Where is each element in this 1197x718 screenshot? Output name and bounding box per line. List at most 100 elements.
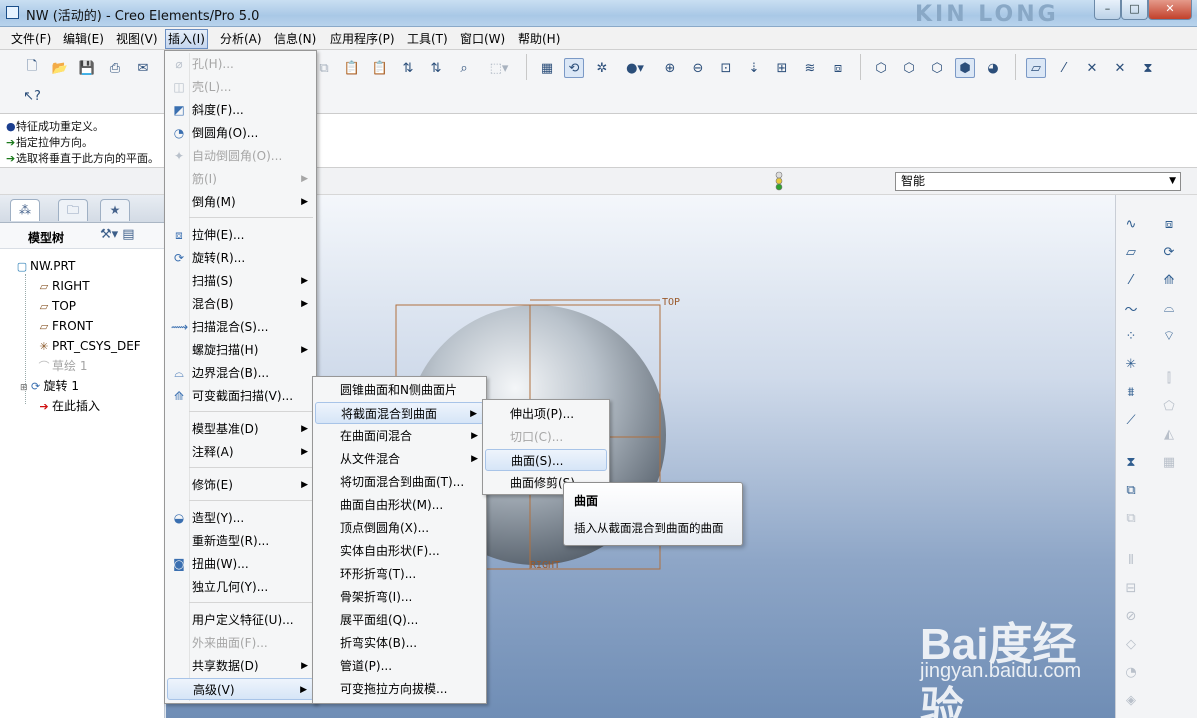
saved-views-icon[interactable]: ⊞ (772, 58, 792, 78)
pattern-tool-icon[interactable]: ▦ (1158, 451, 1180, 473)
wireframe-icon[interactable]: ⬡ (871, 58, 891, 78)
annotation-tool-icon[interactable]: ⧗ (1120, 451, 1142, 473)
insert-shell-item[interactable]: ◫ 壳(L)... (167, 76, 314, 98)
selection-filter-dropdown[interactable]: 智能 ▼ (895, 172, 1181, 191)
insert-swept-blend-item[interactable]: ⟿ 扫描混合(S)... (167, 316, 314, 338)
cut-item[interactable]: 切口(C)... (485, 426, 607, 448)
vertex-round-item[interactable]: 顶点倒圆角(X)... (315, 517, 484, 539)
hidden-line-icon[interactable]: ⬡ (899, 58, 919, 78)
spin-center-icon[interactable]: ⟲ (564, 58, 584, 78)
insert-variable-sweep-item[interactable]: ⟰ 可变截面扫描(V)... (167, 385, 314, 407)
maximize-button[interactable]: □ (1121, 0, 1148, 20)
insert-revolve-item[interactable]: ⟳ 旋转(R)... (167, 247, 314, 269)
hole-tool-icon[interactable]: ⫿ (1158, 367, 1180, 389)
insert-extrude-item[interactable]: ⧈ 拉伸(E)... (167, 224, 314, 246)
spinal-bend-item[interactable]: 骨架折弯(I)... (315, 586, 484, 608)
intersect-icon[interactable]: ◇ (1120, 633, 1142, 655)
menu-info[interactable]: 信息(N) (272, 30, 318, 48)
print-icon[interactable]: ⎙ (105, 58, 125, 78)
paste-icon[interactable]: 📋 (342, 58, 362, 78)
refit-icon[interactable]: ⊡ (716, 58, 736, 78)
regenerate-icon[interactable]: ⇅ (398, 58, 418, 78)
datum-plane-tool-icon[interactable]: ▱ (1120, 241, 1142, 263)
measure-tool-icon[interactable]: ⟋ (1120, 409, 1142, 431)
datum-curve-tool-icon[interactable]: 〜 (1120, 297, 1142, 319)
menu-help[interactable]: 帮助(H) (516, 30, 562, 48)
tangent-to-surface-blend-item[interactable]: 将切面混合到曲面(T)... (315, 471, 484, 493)
selection-box-icon[interactable]: ⬚▾ (482, 58, 516, 78)
tree-item-front[interactable]: ▱ FRONT (36, 317, 93, 335)
insert-warp-item[interactable]: ◙ 扭曲(W)... (167, 553, 314, 575)
insert-helical-sweep-item[interactable]: 螺旋扫描(H) ▶ (167, 339, 314, 361)
analysis-tool-icon[interactable]: ⩩ (1120, 381, 1142, 403)
save-icon[interactable]: 💾 (77, 58, 97, 78)
no-hidden-icon[interactable]: ⬡ (927, 58, 947, 78)
csys-tool-icon[interactable]: ✳ (1120, 353, 1142, 375)
menu-tools[interactable]: 工具(T) (405, 30, 450, 48)
sketch-view-icon[interactable]: ▦ (537, 58, 557, 78)
tree-item-part[interactable]: ▢ NW.PRT (14, 257, 76, 275)
insert-advanced-item[interactable]: 高级(V) ▶ (167, 678, 314, 700)
datum-points-toggle-icon[interactable]: ✕ (1082, 58, 1102, 78)
toroidal-bend-item[interactable]: 环形折弯(T)... (315, 563, 484, 585)
tree-item-revolve[interactable]: ⊞ ⟳ 旋转 1 (20, 377, 79, 395)
datum-planes-toggle-icon[interactable]: ▱ (1026, 58, 1046, 78)
open-folder-icon[interactable]: 📂 (50, 58, 70, 78)
project-icon[interactable]: ◔ (1120, 661, 1142, 683)
zoom-in-icon[interactable]: ⊕ (660, 58, 680, 78)
insert-sweep-item[interactable]: 扫描(S) ▶ (167, 270, 314, 292)
tab-favorites[interactable]: ★ (100, 199, 130, 221)
insert-blend-item[interactable]: 混合(B) ▶ (167, 293, 314, 315)
trim-icon[interactable]: ⊘ (1120, 605, 1142, 627)
reorient-icon[interactable]: ⇣ (744, 58, 764, 78)
flatten-quilt-item[interactable]: 展平面组(Q)... (315, 609, 484, 631)
appearance-icon[interactable]: ●▾ (620, 58, 650, 78)
insert-shared-data-item[interactable]: 共享数据(D) ▶ (167, 655, 314, 677)
mirror-icon[interactable]: ⫴ (1120, 549, 1142, 571)
menu-file[interactable]: 文件(F) (9, 30, 53, 48)
context-help-icon[interactable]: ↖? (22, 86, 42, 106)
surface-free-form-item[interactable]: 曲面自由形状(M)... (315, 494, 484, 516)
paste-special-icon[interactable]: 📋 (370, 58, 390, 78)
insert-restyle-item[interactable]: 重新造型(R)... (167, 530, 314, 552)
rib-tool-icon[interactable]: ◭ (1158, 423, 1180, 445)
insert-style-item[interactable]: ◒ 造型(Y)... (167, 507, 314, 529)
shading-icon[interactable]: ⬢ (955, 58, 975, 78)
insert-chamfer-item[interactable]: 倒角(M) ▶ (167, 191, 314, 213)
csys-toggle-icon[interactable]: ✕ (1110, 58, 1130, 78)
copy-icon[interactable]: ⧉ (314, 58, 334, 78)
tree-item-top[interactable]: ▱ TOP (36, 297, 76, 315)
enhanced-realism-icon[interactable]: ◕ (983, 58, 1003, 78)
insert-draft-item[interactable]: ◩ 斜度(F)... (167, 99, 314, 121)
email-icon[interactable]: ✉ (133, 58, 153, 78)
surface-item[interactable]: 曲面(S)... (485, 449, 607, 471)
blend-between-surfaces-item[interactable]: 在曲面间混合 ▶ (315, 425, 484, 447)
menu-analysis[interactable]: 分析(A) (218, 30, 264, 48)
insert-foreign-surface-item[interactable]: 外来曲面(F)... (167, 632, 314, 654)
menu-edit[interactable]: 编辑(E) (61, 30, 106, 48)
close-button[interactable]: ✕ (1148, 0, 1192, 20)
variable-sweep-tool-icon[interactable]: ⟰ (1158, 269, 1180, 291)
menu-view[interactable]: 视图(V) (114, 30, 160, 48)
new-file-icon[interactable]: 🗋 (22, 58, 42, 78)
insert-boundary-blend-item[interactable]: ⌓ 边界混合(B)... (167, 362, 314, 384)
minimize-button[interactable]: – (1094, 0, 1121, 20)
annotation-toggle-icon[interactable]: ⧗ (1138, 58, 1158, 78)
insert-rib-item[interactable]: 筋(I) ▶ (167, 168, 314, 190)
variable-pull-direction-draft-item[interactable]: 可变拖拉方向拔模... (315, 678, 484, 700)
orient-icon[interactable]: ✲ (592, 58, 612, 78)
merge-icon[interactable]: ⊟ (1120, 577, 1142, 599)
layers-icon[interactable]: ≋ (800, 58, 820, 78)
view-manager-icon[interactable]: ⧈ (828, 58, 848, 78)
insert-hole-item[interactable]: ⌀ 孔(H)... (167, 53, 314, 75)
menu-applications[interactable]: 应用程序(P) (328, 30, 397, 48)
regenerate-manager-icon[interactable]: ⇅ (426, 58, 446, 78)
tree-item-sketch[interactable]: ⌒ 草绘 1 (36, 357, 88, 375)
boundary-blend-tool-icon[interactable]: ⌓ (1158, 297, 1180, 319)
insert-independent-geometry-item[interactable]: 独立几何(Y)... (167, 576, 314, 598)
bend-solid-item[interactable]: 折弯实体(B)... (315, 632, 484, 654)
menu-insert[interactable]: 插入(I) (165, 29, 208, 49)
blend-from-file-item[interactable]: 从文件混合 ▶ (315, 448, 484, 470)
tree-item-csys[interactable]: ✳ PRT_CSYS_DEF (36, 337, 140, 355)
offset-icon[interactable]: ◈ (1120, 689, 1142, 711)
